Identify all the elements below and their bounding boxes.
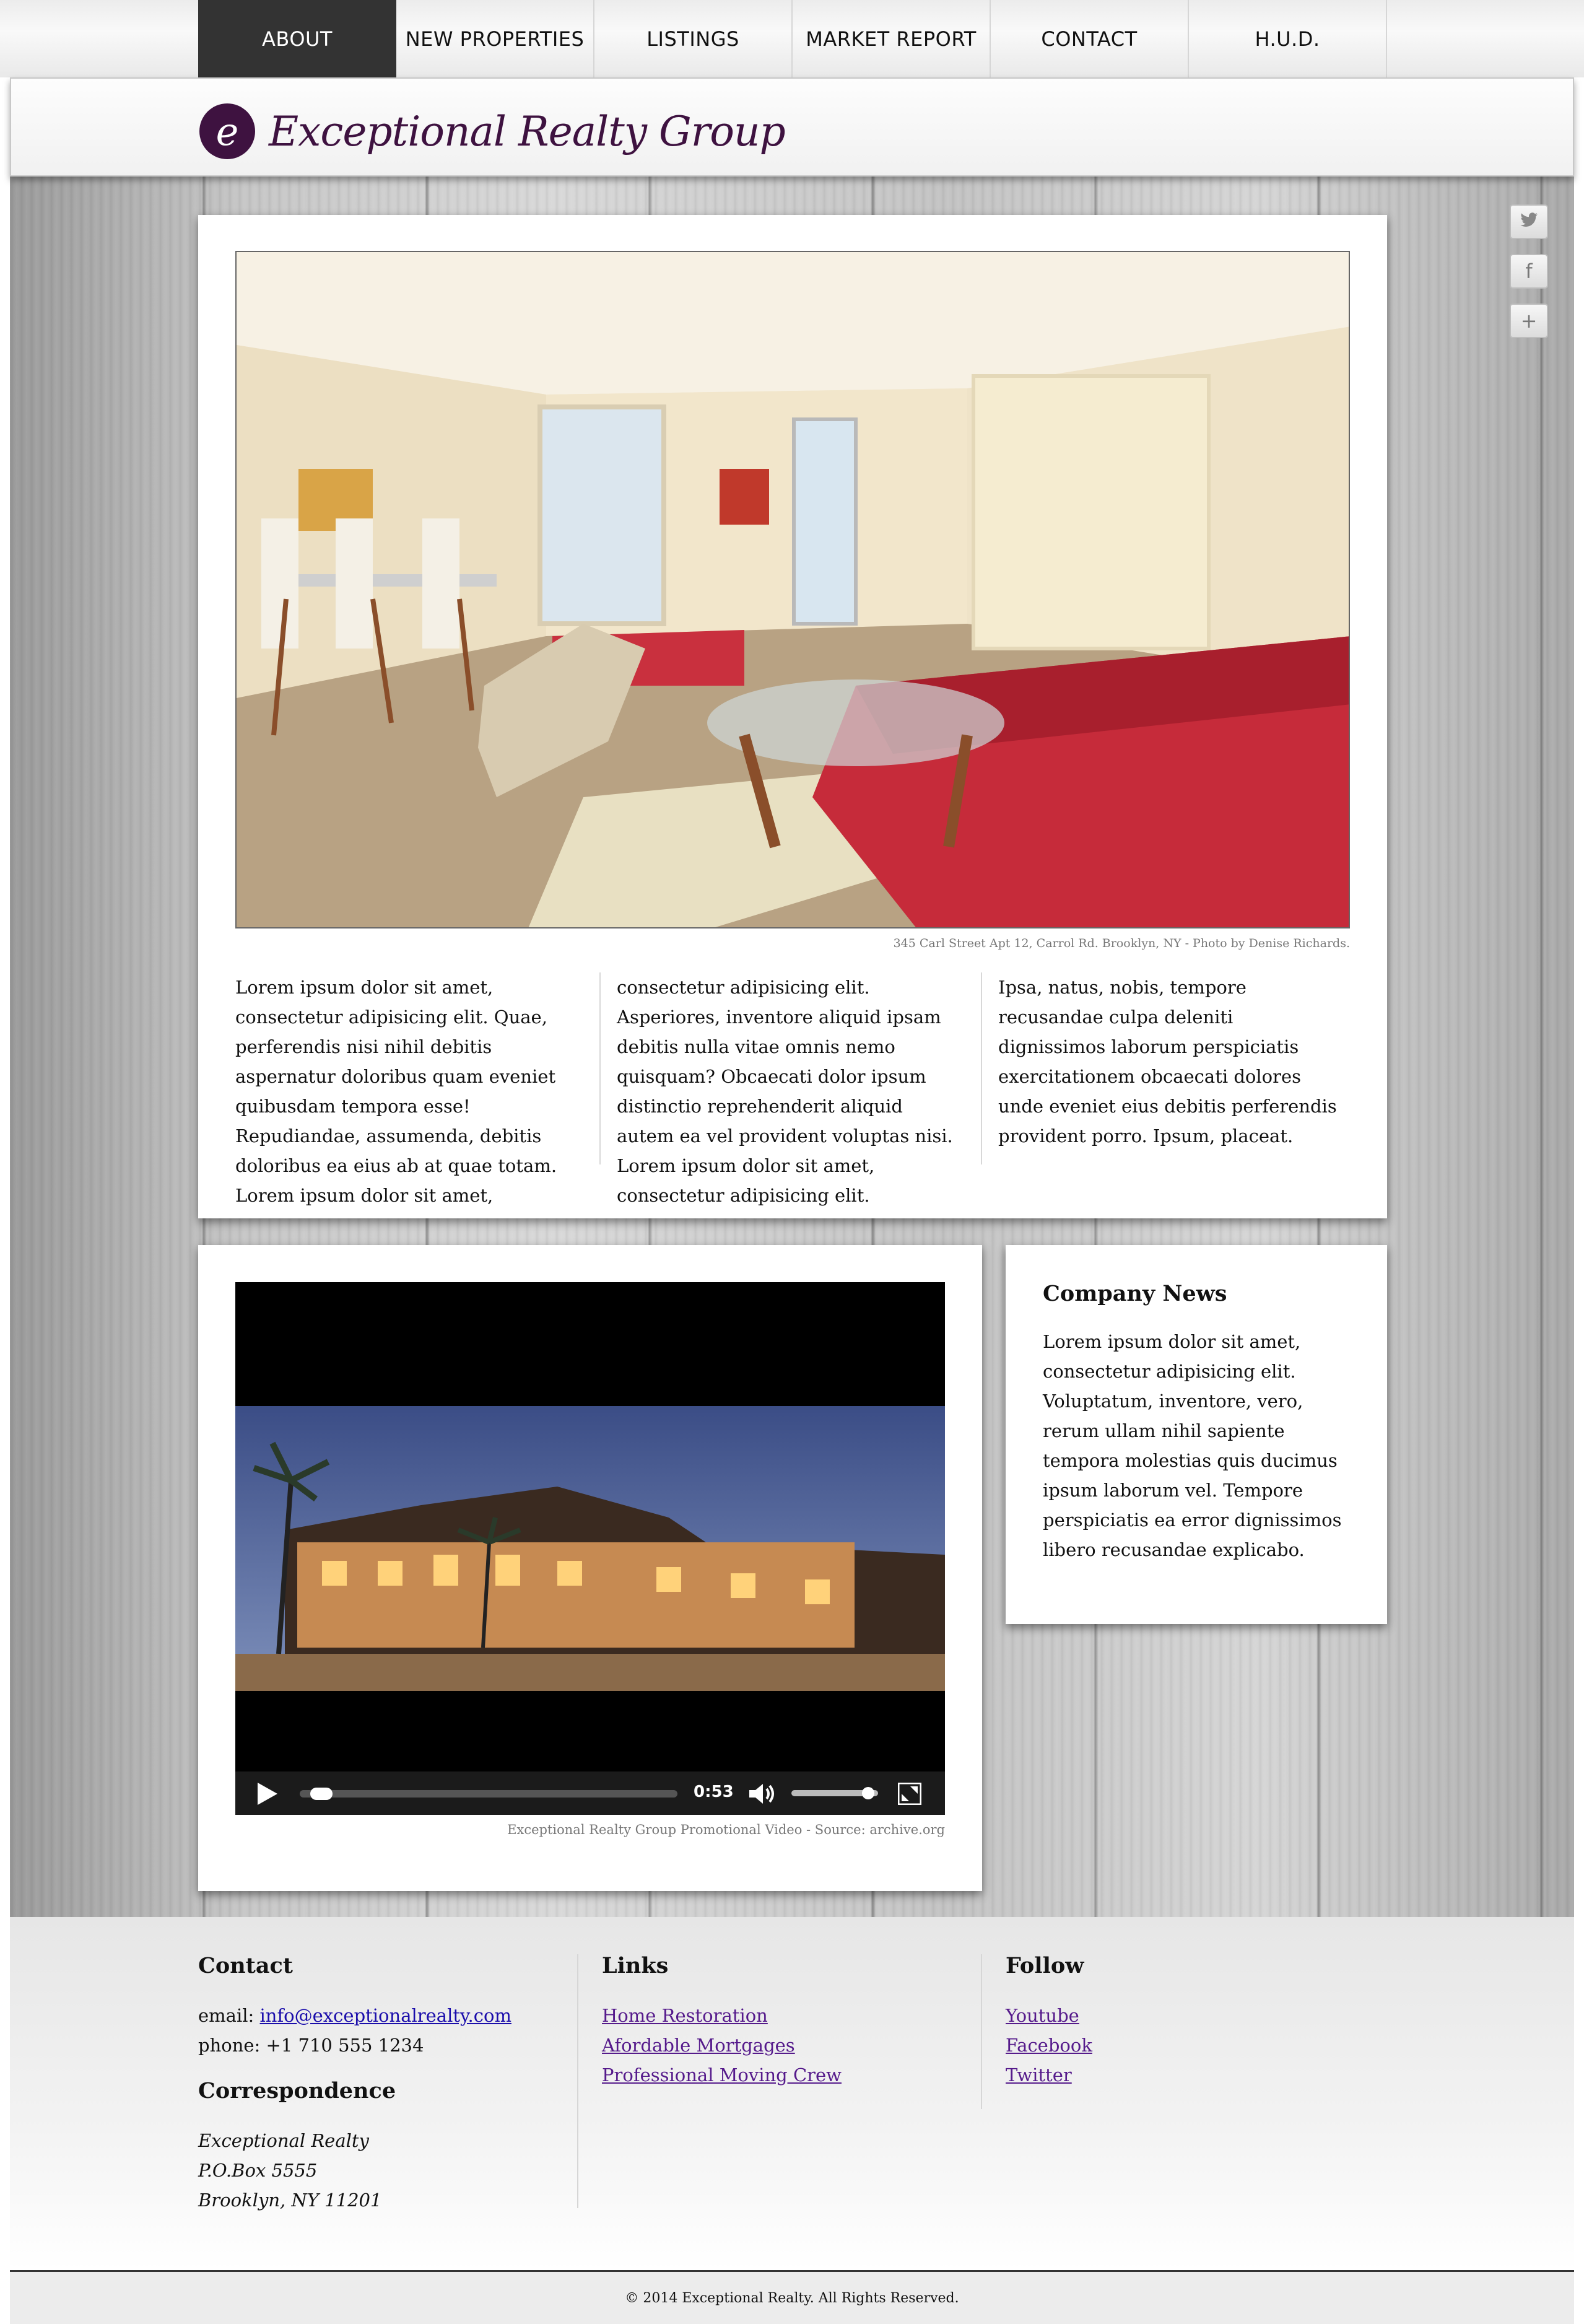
nav-item-listings[interactable]: LISTINGS	[594, 0, 793, 77]
nav-item-hud[interactable]: H.U.D.	[1189, 0, 1387, 77]
site-logo[interactable]: e Exceptional Realty Group	[199, 103, 786, 159]
news-body: Lorem ipsum dolor sit amet, consectetur …	[1043, 1331, 1342, 1560]
plus-icon: +	[1520, 309, 1538, 333]
column-divider	[981, 972, 982, 1164]
logo-mark-icon: e	[199, 103, 255, 159]
nav-item-about[interactable]: ABOUT	[198, 0, 396, 77]
link-label[interactable]: Professional Moving Crew	[602, 2064, 842, 2086]
video-progress-knob[interactable]	[310, 1788, 333, 1800]
nav-item-new-properties[interactable]: NEW PROPERTIES	[396, 0, 594, 77]
footer-email-line: email: info@exceptionalrealty.com	[198, 2001, 511, 2030]
news-title: Company News	[1043, 1281, 1227, 1306]
play-icon[interactable]	[258, 1783, 277, 1807]
footer-phone: phone: +1 710 555 1234	[198, 2035, 424, 2056]
hero-image	[235, 251, 1350, 928]
footer-correspondence-title: Correspondence	[198, 2078, 396, 2103]
volume-slider[interactable]	[791, 1787, 878, 1799]
link-label[interactable]: Facebook	[1006, 2035, 1092, 2056]
top-navigation: ABOUT NEW PROPERTIES LISTINGS MARKET REP…	[0, 0, 1584, 77]
site-header: e Exceptional Realty Group	[10, 77, 1574, 177]
footer-divider	[577, 1954, 578, 2208]
email-link[interactable]: info@exceptionalrealty.com	[260, 2005, 511, 2026]
footer-contact-title: Contact	[198, 1953, 293, 1978]
footer-link-home-restoration[interactable]: Home Restoration	[602, 2001, 768, 2030]
footer-divider	[981, 1954, 982, 2109]
link-label[interactable]: Home Restoration	[602, 2005, 768, 2026]
hero-caption: 345 Carl Street Apt 12, Carrol Rd. Brook…	[893, 937, 1350, 950]
link-label[interactable]: Youtube	[1006, 2005, 1079, 2026]
video-progress-track[interactable]	[300, 1788, 677, 1800]
hero-text-col-2: consectetur adipisicing elit. Asperiores…	[617, 977, 953, 1206]
link-label[interactable]: Afordable Mortgages	[602, 2035, 795, 2056]
column-divider	[599, 972, 601, 1164]
email-label: email:	[198, 2005, 260, 2026]
volume-knob[interactable]	[862, 1787, 874, 1799]
twitter-icon	[1520, 210, 1538, 234]
nav-menu: ABOUT NEW PROPERTIES LISTINGS MARKET REP…	[198, 0, 1387, 77]
fullscreen-icon[interactable]	[897, 1782, 922, 1807]
footer-link-moving-crew[interactable]: Professional Moving Crew	[602, 2060, 842, 2090]
hero-text-col-3: Ipsa, natus, nobis, tempore recusandae c…	[998, 977, 1337, 1147]
video-controls: 0:53	[235, 1771, 945, 1815]
video-player[interactable]: 0:53	[235, 1282, 945, 1815]
footer-links-title: Links	[602, 1953, 669, 1978]
video-caption: Exceptional Realty Group Promotional Vid…	[507, 1822, 945, 1837]
facebook-share-button[interactable]: f	[1510, 254, 1548, 289]
hero-text-col-1: Lorem ipsum dolor sit amet, consectetur …	[235, 977, 557, 1206]
correspondence-line: Brooklyn, NY 11201	[198, 2190, 382, 2211]
facebook-icon: f	[1525, 260, 1533, 283]
more-share-button[interactable]: +	[1510, 304, 1548, 338]
footer-link-twitter[interactable]: Twitter	[1006, 2060, 1072, 2090]
correspondence-line: P.O.Box 5555	[198, 2160, 318, 2181]
correspondence-line: Exceptional Realty	[198, 2130, 369, 2151]
footer-link-youtube[interactable]: Youtube	[1006, 2001, 1079, 2030]
volume-icon[interactable]	[749, 1783, 778, 1807]
footer-link-mortgages[interactable]: Afordable Mortgages	[602, 2030, 795, 2060]
copyright-bar: © 2014 Exceptional Realty. All Rights Re…	[10, 2270, 1574, 2324]
copyright-text: © 2014 Exceptional Realty. All Rights Re…	[625, 2290, 959, 2306]
twitter-share-button[interactable]	[1510, 204, 1548, 239]
link-label[interactable]: Twitter	[1006, 2064, 1072, 2086]
nav-item-market-report[interactable]: MARKET REPORT	[793, 0, 991, 77]
logo-text: Exceptional Realty Group	[269, 107, 786, 155]
footer-link-facebook[interactable]: Facebook	[1006, 2030, 1092, 2060]
nav-item-contact[interactable]: CONTACT	[991, 0, 1189, 77]
footer-follow-title: Follow	[1006, 1953, 1084, 1978]
video-time: 0:53	[694, 1783, 734, 1801]
